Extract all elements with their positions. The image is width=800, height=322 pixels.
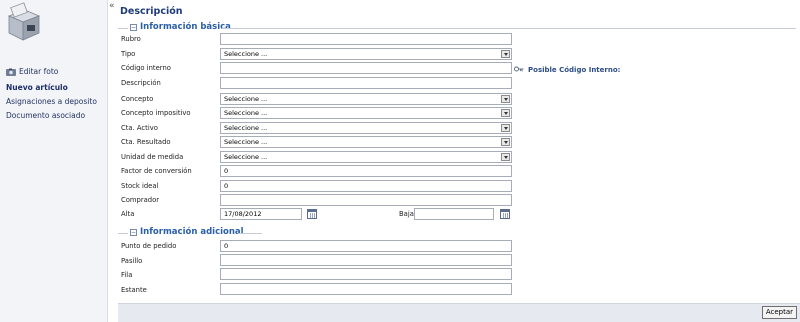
rubro-input[interactable] [220,33,512,45]
fila-input[interactable] [220,268,512,280]
cta-activo-select-value: Seleccione ... [224,124,268,132]
possible-internal-code-label: Posible Código Interno: [528,66,621,74]
edit-photo-label: Editar foto [19,67,59,76]
factor-conversion-label: Factor de conversión [121,167,192,175]
cta-resultado-select-value: Seleccione ... [224,138,268,146]
rubro-label: Rubro [121,35,141,43]
accept-button[interactable]: Aceptar [761,306,797,319]
concepto-impositivo-label: Concepto impositivo [121,109,191,117]
additional-info-section-header: − Información adicional [118,227,800,239]
punto-pedido-input[interactable]: 0 [220,240,512,252]
chevron-down-icon[interactable] [501,153,510,161]
section-divider [238,233,262,234]
concepto-label: Concepto [121,95,154,103]
baja-calendar-icon[interactable] [500,209,510,219]
estante-label: Estante [121,286,147,294]
codigo-interno-input[interactable] [220,62,512,74]
collapse-sidebar-button[interactable]: « [109,2,115,11]
stock-ideal-input[interactable]: 0 [220,180,512,192]
section-divider [118,28,128,29]
fila-label: Fila [121,271,133,279]
sidebar-item-asignaciones-deposito[interactable]: Asignaciones a deposito [6,97,97,106]
alta-calendar-icon[interactable] [307,209,317,219]
section-divider [222,28,796,29]
cta-activo-select[interactable]: Seleccione ... [220,122,512,134]
factor-conversion-input[interactable]: 0 [220,165,512,177]
unidad-medida-select[interactable]: Seleccione ... [220,151,512,163]
baja-label: Baja [399,210,414,218]
descripcion-input[interactable] [220,77,512,89]
chevron-down-icon[interactable] [501,50,510,58]
tipo-select-value: Seleccione ... [224,50,268,58]
cta-activo-label: Cta. Activo [121,124,158,132]
cta-resultado-select[interactable]: Seleccione ... [220,136,512,148]
additional-info-section-title: Información adicional [140,227,244,237]
product-box-icon [7,2,41,41]
chevron-down-icon[interactable] [501,109,510,117]
descripcion-label: Descripción [121,79,161,87]
additional-info-collapse-toggle[interactable]: − [130,229,137,236]
concepto-impositivo-select[interactable]: Seleccione ... [220,107,512,119]
codigo-interno-label: Código interno [121,64,171,72]
sidebar-item-nuevo-articulo[interactable]: Nuevo artículo [6,83,68,92]
comprador-label: Comprador [121,196,160,204]
sidebar: Editar foto Nuevo artículo Asignaciones … [0,0,108,322]
alta-date-input[interactable]: 17/08/2012 [220,208,302,220]
alta-label: Alta [121,210,135,218]
chevron-down-icon[interactable] [501,124,510,132]
key-icon[interactable] [514,66,524,74]
edit-photo-link[interactable]: Editar foto [6,67,58,76]
page-title: Descripción [120,6,183,17]
chevron-down-icon[interactable] [501,95,510,103]
concepto-impositivo-select-value: Seleccione ... [224,109,268,117]
basic-info-collapse-toggle[interactable]: − [130,24,137,31]
stock-ideal-label: Stock ideal [121,182,159,190]
tipo-label: Tipo [121,50,136,58]
unidad-medida-select-value: Seleccione ... [224,153,268,161]
unidad-medida-label: Unidad de medida [121,153,184,161]
section-divider [118,233,128,234]
punto-pedido-label: Punto de pedido [121,242,177,250]
comprador-input[interactable] [220,194,512,206]
camera-icon [6,68,16,76]
concepto-select[interactable]: Seleccione ... [220,93,512,105]
sidebar-item-documento-asociado[interactable]: Documento asociado [6,111,85,120]
basic-info-section-title: Información básica [140,22,231,32]
cta-resultado-label: Cta. Resultado [121,138,171,146]
baja-date-input[interactable] [414,208,494,220]
main-panel: Descripción − Información básica Rubro T… [118,0,800,322]
pasillo-label: Pasillo [121,257,143,265]
estante-input[interactable] [220,283,512,295]
concepto-select-value: Seleccione ... [224,95,268,103]
chevron-down-icon[interactable] [501,138,510,146]
form-footer: Aceptar [118,303,800,322]
possible-internal-code-hint: Posible Código Interno: [514,66,620,74]
tipo-select[interactable]: Seleccione ... [220,48,512,60]
pasillo-input[interactable] [220,254,512,266]
